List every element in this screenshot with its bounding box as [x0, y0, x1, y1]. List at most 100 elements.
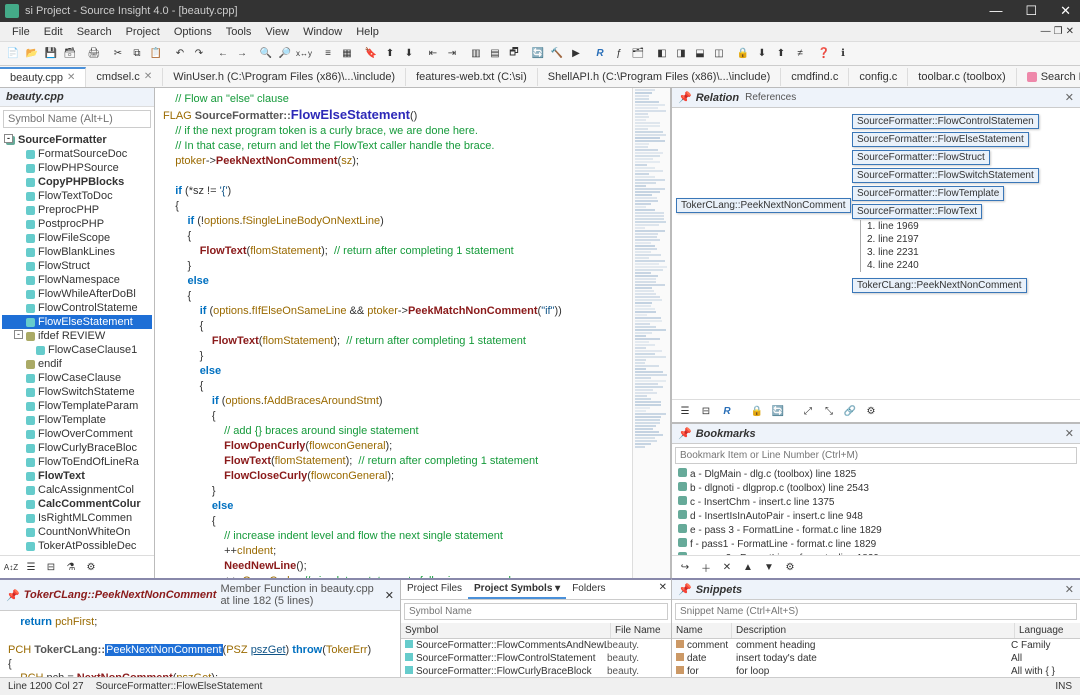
about-icon[interactable]: ℹ: [834, 45, 852, 63]
bm-gear-icon[interactable]: ⚙: [781, 558, 799, 576]
document-tab[interactable]: cmdfind.c: [781, 68, 849, 86]
redo-icon[interactable]: ↷: [190, 45, 208, 63]
panel-toggle-1-icon[interactable]: ◧: [653, 45, 671, 63]
tree-node[interactable]: PreprocPHP: [2, 203, 152, 217]
relation-node[interactable]: SourceFormatter::FlowControlStatemen: [852, 114, 1039, 129]
menu-file[interactable]: File: [6, 24, 36, 40]
relation-node[interactable]: SourceFormatter::FlowStruct: [852, 150, 990, 165]
tree-node[interactable]: FlowPHPSource: [2, 161, 152, 175]
new-file-icon[interactable]: 📄: [4, 45, 22, 63]
rel-collapse-icon[interactable]: ⤡: [820, 402, 838, 420]
panel-close-icon[interactable]: ✕: [1065, 583, 1074, 596]
relation-line-ref[interactable]: 1. line 1969: [867, 220, 919, 233]
relation-line-ref[interactable]: 4. line 2240: [867, 259, 919, 272]
project-tab[interactable]: Project Symbols ▾: [468, 580, 566, 599]
col-desc[interactable]: Description: [732, 623, 1015, 638]
document-tab[interactable]: config.c: [849, 68, 908, 86]
sort-az-icon[interactable]: A↕Z: [2, 558, 20, 576]
tree-node[interactable]: FlowToEndOfLineRa: [2, 455, 152, 469]
bookmark-item[interactable]: f - pass1 - FormatLine - format.c line 1…: [672, 537, 1080, 551]
document-tab[interactable]: cmdsel.c✕: [86, 68, 163, 86]
bookmark-next-icon[interactable]: ⬇: [400, 45, 418, 63]
relation-node[interactable]: TokerCLang::PeekNextNonComment: [852, 278, 1027, 293]
bookmark-prev-icon[interactable]: ⬆: [381, 45, 399, 63]
pin-icon[interactable]: 📌: [6, 589, 20, 602]
bookmark-item[interactable]: c - InsertChm - insert.c line 1375: [672, 495, 1080, 509]
panel-close-icon[interactable]: ✕: [385, 589, 394, 602]
tab-close-icon[interactable]: ✕: [67, 72, 75, 83]
bm-add-icon[interactable]: ＋: [697, 558, 715, 576]
minimap[interactable]: [632, 88, 670, 578]
bookmark-item[interactable]: a - DlgMain - dlg.c (toolbox) line 1825: [672, 467, 1080, 481]
maximize-button[interactable]: ☐: [1021, 3, 1041, 19]
nav-fwd-icon[interactable]: →: [233, 45, 251, 63]
panel-close-icon[interactable]: ✕: [1065, 91, 1074, 104]
project-search-input[interactable]: [404, 603, 668, 620]
minimize-button[interactable]: —: [985, 3, 1006, 19]
rel-lock-icon[interactable]: 🔒: [748, 402, 766, 420]
rel-list-icon[interactable]: ☰: [676, 402, 694, 420]
menu-search[interactable]: Search: [71, 24, 118, 40]
cut-icon[interactable]: ✂: [109, 45, 127, 63]
tile-v-icon[interactable]: ▤: [486, 45, 504, 63]
menu-tools[interactable]: Tools: [220, 24, 258, 40]
twisty-icon[interactable]: -: [4, 134, 13, 143]
doc-restore-button[interactable]: ❐: [1054, 26, 1063, 37]
panel-toggle-4-icon[interactable]: ◫: [710, 45, 728, 63]
bm-prev-icon[interactable]: ▲: [739, 558, 757, 576]
project-symbol-row[interactable]: SourceFormatter::FlowCommentsAndNewLineb…: [401, 639, 671, 652]
pin-icon[interactable]: 📌: [678, 583, 692, 596]
document-tab[interactable]: ShellAPI.h (C:\Program Files (x86)\...\i…: [538, 68, 782, 86]
pin-icon[interactable]: 📌: [678, 91, 692, 104]
symbol-icon[interactable]: ƒ: [610, 45, 628, 63]
project-symbol-row[interactable]: SourceFormatter::FlowControlStatementbea…: [401, 652, 671, 665]
undo-icon[interactable]: ↶: [171, 45, 189, 63]
tile-h-icon[interactable]: ▥: [467, 45, 485, 63]
document-tab[interactable]: toolbar.c (toolbox): [908, 68, 1016, 86]
tree-node[interactable]: FlowSwitchStateme: [2, 385, 152, 399]
layout-icon[interactable]: ▦: [338, 45, 356, 63]
relation-node[interactable]: SourceFormatter::FlowTemplate: [852, 186, 1004, 201]
tree-node[interactable]: endif: [2, 357, 152, 371]
tree-node[interactable]: PostprocPHP: [2, 217, 152, 231]
relation-line-ref[interactable]: 2. line 2197: [867, 233, 919, 246]
project-symbol-row[interactable]: SourceFormatter::FlowCurlyBraceBlockbeau…: [401, 665, 671, 677]
menu-view[interactable]: View: [259, 24, 295, 40]
bookmark-icon[interactable]: 🔖: [362, 45, 380, 63]
tree-node[interactable]: -ifdef REVIEW: [2, 329, 152, 343]
cascade-icon[interactable]: 🗗: [505, 45, 523, 63]
rel-refresh-icon[interactable]: 🔄: [769, 402, 787, 420]
outdent-icon[interactable]: ⇤: [424, 45, 442, 63]
tree-node[interactable]: FlowElseStatement: [2, 315, 152, 329]
tree-node[interactable]: CalcCommentColur: [2, 497, 152, 511]
tree-node[interactable]: CopyPHPBlocks: [2, 175, 152, 189]
pin-icon[interactable]: 📌: [678, 427, 692, 440]
menu-edit[interactable]: Edit: [38, 24, 69, 40]
tree-node[interactable]: IsRightMLCommen: [2, 511, 152, 525]
doc-close-button[interactable]: ✕: [1066, 26, 1074, 37]
symbol-search-input[interactable]: [3, 110, 151, 128]
bookmark-item[interactable]: e - pass 3 - FormatLine - format.c line …: [672, 523, 1080, 537]
tree-view-icon[interactable]: ⊟: [42, 558, 60, 576]
rel-gear-icon[interactable]: ⚙: [862, 402, 880, 420]
checkin-icon[interactable]: ⬆: [772, 45, 790, 63]
tree-node[interactable]: TokerAtPossibleDec: [2, 539, 152, 553]
col-symbol[interactable]: Symbol: [401, 623, 611, 638]
relation-icon[interactable]: R: [591, 45, 609, 63]
diff-icon[interactable]: ≠: [791, 45, 809, 63]
tab-close-icon[interactable]: ✕: [144, 71, 152, 82]
col-name[interactable]: Name: [672, 623, 732, 638]
menu-options[interactable]: Options: [168, 24, 218, 40]
tree-node[interactable]: FlowTemplate: [2, 413, 152, 427]
panel-close-icon[interactable]: ✕: [659, 582, 667, 593]
tree-node[interactable]: FlowWhileAfterDoBl: [2, 287, 152, 301]
bookmark-item[interactable]: d - InsertIsInAutoPair - insert.c line 9…: [672, 509, 1080, 523]
gear-icon[interactable]: ⚙: [82, 558, 100, 576]
tree-node[interactable]: FlowBlankLines: [2, 245, 152, 259]
tree-node[interactable]: FlowTextToDoc: [2, 189, 152, 203]
tree-node[interactable]: FlowOverComment: [2, 427, 152, 441]
relation-center-node[interactable]: TokerCLang::PeekNextNonComment: [676, 198, 851, 213]
document-tab[interactable]: Search Results: [1017, 68, 1080, 86]
rel-expand-icon[interactable]: ⤢: [799, 402, 817, 420]
tree-node[interactable]: CalcAssignmentCol: [2, 483, 152, 497]
